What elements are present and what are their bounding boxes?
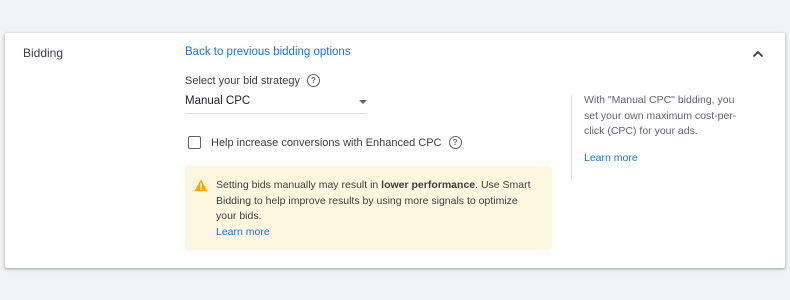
section-title: Bidding: [23, 46, 64, 60]
warning-text-start: Setting bids manually may result in: [216, 179, 382, 191]
bid-strategy-label-text: Select your bid strategy: [185, 74, 300, 87]
dropdown-arrow-icon: [359, 100, 367, 104]
side-help-learn-more-link[interactable]: Learn more: [584, 152, 638, 164]
bid-strategy-value: Manual CPC: [185, 95, 251, 107]
enhanced-cpc-row: Help increase conversions with Enhanced …: [188, 136, 462, 149]
warning-box: Setting bids manually may result in lowe…: [185, 166, 552, 250]
enhanced-cpc-checkbox[interactable]: [188, 136, 201, 149]
warning-text: Setting bids manually may result in lowe…: [216, 178, 541, 240]
warning-text-bold: lower performance: [381, 179, 476, 191]
collapse-button[interactable]: [749, 45, 767, 63]
help-icon[interactable]: ?: [448, 136, 462, 149]
enhanced-cpc-label: Help increase conversions with Enhanced …: [211, 136, 442, 149]
warning-learn-more-link[interactable]: Learn more: [216, 225, 541, 241]
chevron-up-icon: [752, 50, 764, 58]
bidding-card: Bidding Back to previous bidding options…: [5, 33, 785, 268]
side-help-text: With "Manual CPC" bidding, you set your …: [584, 94, 737, 137]
bid-strategy-select[interactable]: Manual CPC: [185, 93, 367, 114]
warning-icon: [194, 179, 208, 192]
help-icon[interactable]: ?: [306, 74, 320, 87]
help-divider: [571, 95, 572, 179]
back-to-bidding-options-link[interactable]: Back to previous bidding options: [185, 46, 351, 58]
bid-strategy-label: Select your bid strategy ?: [185, 74, 320, 87]
